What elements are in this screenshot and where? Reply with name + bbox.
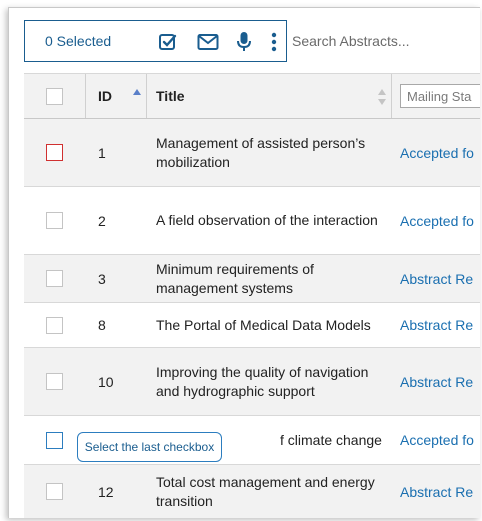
row-checkbox[interactable]: [46, 316, 63, 334]
select-all-cell: [24, 74, 85, 118]
row-id: 3: [98, 270, 106, 287]
toolbar: 0 Selected: [24, 20, 480, 62]
table-row[interactable]: 1 Management of assisted person’s mobili…: [24, 119, 480, 187]
row-id: 10: [98, 373, 114, 390]
row-checkbox[interactable]: [46, 432, 63, 449]
table-row[interactable]: 10 Improving the quality of navigation a…: [24, 348, 480, 416]
table-row[interactable]: 3 Minimum requirements of management sys…: [24, 255, 480, 303]
row-status-link[interactable]: Abstract Re: [391, 465, 480, 518]
row-status-link[interactable]: Abstract Re: [391, 348, 480, 415]
table-row[interactable]: 8 The Portal of Medical Data Models Abst…: [24, 303, 480, 348]
more-vertical-icon[interactable]: [263, 31, 285, 53]
row-title: Minimum requirements of management syste…: [156, 260, 314, 296]
mail-icon[interactable]: [197, 31, 219, 53]
header-id-label: ID: [98, 88, 112, 104]
row-checkbox[interactable]: [46, 483, 63, 500]
row-checkbox[interactable]: [46, 270, 63, 287]
row-checkbox[interactable]: [46, 373, 63, 390]
row-status-link[interactable]: Abstract Re: [391, 303, 480, 347]
row-title: Management of assisted person’s mobiliza…: [156, 134, 366, 170]
table-row[interactable]: 12 Total cost management and energy tran…: [24, 465, 480, 518]
sort-icon[interactable]: [377, 87, 387, 107]
search-input[interactable]: [292, 26, 480, 56]
row-checkbox[interactable]: [46, 212, 63, 229]
checklist-icon[interactable]: [157, 31, 179, 53]
selection-toolbar: 0 Selected: [24, 20, 287, 62]
row-status-link[interactable]: Abstract Re: [391, 255, 480, 302]
row-id: 2: [98, 212, 106, 229]
row-title: The Portal of Medical Data Models: [156, 316, 371, 333]
row-checkbox[interactable]: [46, 144, 63, 161]
row-title: A field observation of the interaction: [156, 212, 378, 228]
tooltip: Select the last checkbox: [77, 432, 222, 462]
mailing-status-filter[interactable]: [400, 84, 480, 108]
sort-ascending-icon[interactable]: [132, 87, 142, 107]
header-title[interactable]: Title: [146, 74, 391, 118]
microphone-icon[interactable]: [233, 31, 255, 53]
row-status-link[interactable]: Accepted fo: [391, 187, 480, 254]
row-id: 12: [98, 483, 114, 500]
row-status-link[interactable]: Accepted fo: [391, 416, 480, 464]
header-title-label: Title: [156, 87, 185, 104]
row-id: 8: [98, 317, 106, 333]
selected-count: 0 Selected: [45, 33, 112, 49]
select-all-checkbox[interactable]: [46, 87, 63, 105]
row-title: Improving the quality of navigation and …: [156, 363, 369, 399]
table-row[interactable]: 2 A field observation of the interaction…: [24, 187, 480, 255]
row-status-link[interactable]: Accepted fo: [391, 119, 480, 186]
row-id: 1: [98, 144, 106, 161]
row-title: Total cost management and energy transit…: [156, 473, 375, 509]
table-header: ID Title: [24, 73, 480, 119]
